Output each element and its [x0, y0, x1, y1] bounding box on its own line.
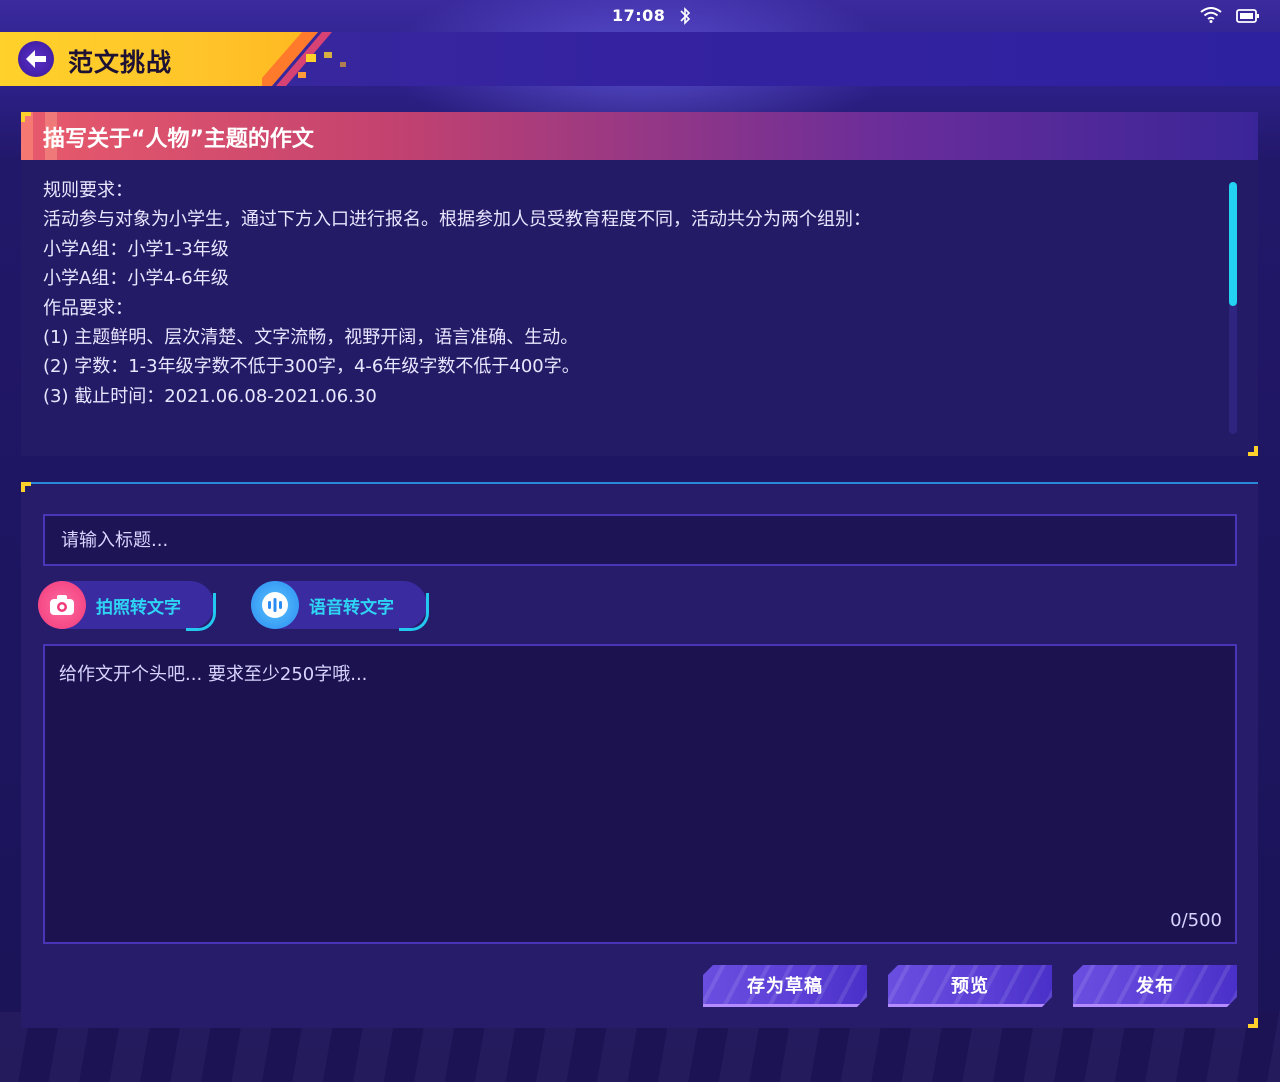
voice-to-text-button[interactable]: 语音转文字 — [251, 581, 429, 631]
publish-button[interactable]: 发布 — [1073, 965, 1237, 1007]
back-button[interactable] — [18, 41, 54, 77]
corner-decoration — [1248, 446, 1258, 456]
rules-text: 规则要求： 活动参与对象为小学生，通过下方入口进行报名。根据参加人员受教育程度不… — [43, 176, 1213, 411]
corner-decoration — [1248, 1018, 1258, 1028]
photo-to-text-label: 拍照转文字 — [96, 598, 181, 618]
save-draft-button[interactable]: 存为草稿 — [703, 965, 867, 1007]
battery-icon — [1236, 9, 1259, 23]
back-arrow-icon — [26, 50, 46, 68]
voice-to-text-label: 语音转文字 — [309, 598, 394, 618]
bluetooth-icon — [680, 7, 691, 25]
rules-line: (3) 截止时间：2021.06.08-2021.06.30 — [43, 385, 377, 407]
content-placeholder: 给作文开个头吧... 要求至少250字哦... — [59, 664, 368, 685]
rules-line: 小学A组：小学4-6年级 — [43, 268, 229, 290]
rules-line: 规则要求： — [43, 180, 133, 201]
rules-line: (1) 主题鲜明、层次清楚、文字流畅，视野开阔，语言准确、生动。 — [43, 327, 579, 349]
rules-scrollbar-thumb[interactable] — [1229, 182, 1237, 306]
wifi-icon — [1200, 7, 1222, 23]
title-input[interactable] — [43, 514, 1237, 566]
page-title: 范文挑战 — [68, 48, 173, 77]
preview-button[interactable]: 预览 — [888, 965, 1052, 1007]
rules-title: 描写关于“人物”主题的作文 — [43, 127, 314, 152]
content-textarea[interactable] — [43, 644, 1237, 944]
status-time: 17:08 — [612, 6, 666, 25]
corner-decoration — [21, 482, 31, 492]
rules-line: 活动参与对象为小学生，通过下方入口进行报名。根据参加人员受教育程度不同，活动共分… — [43, 209, 871, 231]
title-banner-decoration — [262, 32, 346, 86]
rules-line: 作品要求： — [43, 297, 133, 319]
photo-to-text-button[interactable]: 拍照转文字 — [38, 581, 216, 631]
char-count: 0/500 — [1170, 910, 1222, 931]
microphone-icon — [251, 581, 299, 629]
rules-line: (2) 字数：1-3年级字数不低于300字，4-6年级字数不低于400字。 — [43, 356, 580, 378]
rules-line: 小学A组：小学1-3年级 — [43, 238, 229, 260]
camera-icon — [38, 581, 86, 629]
corner-decoration — [21, 112, 31, 122]
